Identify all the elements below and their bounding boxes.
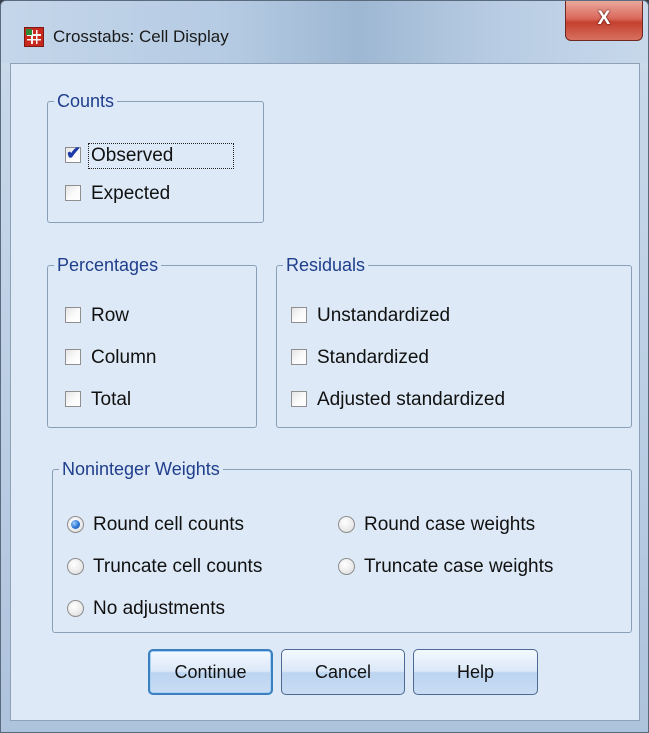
observed-option[interactable]: ✔ Observed bbox=[65, 143, 245, 169]
no-adjustments-option[interactable]: No adjustments bbox=[67, 596, 317, 622]
close-button[interactable]: X bbox=[565, 1, 643, 41]
total-checkbox[interactable] bbox=[65, 391, 81, 407]
standardized-option[interactable]: Standardized bbox=[291, 345, 611, 371]
observed-checkbox[interactable]: ✔ bbox=[65, 143, 81, 163]
expected-option[interactable]: Expected bbox=[65, 181, 245, 207]
total-option[interactable]: Total bbox=[65, 387, 245, 413]
column-option[interactable]: Column bbox=[65, 345, 245, 371]
expected-label: Expected bbox=[91, 183, 171, 204]
spss-table-icon bbox=[24, 27, 44, 47]
no-adjustments-label: No adjustments bbox=[93, 598, 226, 619]
help-button[interactable]: Help bbox=[413, 649, 538, 695]
column-label: Column bbox=[91, 347, 157, 368]
dialog-client: Counts ✔ Observed Expected Percentages R… bbox=[10, 63, 640, 721]
row-label: Row bbox=[91, 305, 130, 326]
round-case-weights-label: Round case weights bbox=[364, 514, 536, 535]
total-label: Total bbox=[91, 389, 132, 410]
residuals-legend: Residuals bbox=[283, 254, 369, 276]
counts-group: Counts ✔ Observed Expected bbox=[47, 90, 264, 223]
round-case-weights-radio[interactable] bbox=[338, 516, 355, 533]
dialog-window: Crosstabs: Cell Display X Counts ✔ Obser… bbox=[0, 0, 649, 733]
row-checkbox[interactable] bbox=[65, 307, 81, 323]
adjusted-standardized-checkbox[interactable] bbox=[291, 391, 307, 407]
truncate-case-weights-radio[interactable] bbox=[338, 558, 355, 575]
noninteger-weights-legend: Noninteger Weights bbox=[59, 458, 223, 480]
truncate-cell-counts-label: Truncate cell counts bbox=[93, 556, 263, 577]
percentages-group: Percentages Row Column Total bbox=[47, 254, 257, 428]
column-checkbox[interactable] bbox=[65, 349, 81, 365]
truncate-cell-counts-option[interactable]: Truncate cell counts bbox=[67, 554, 327, 580]
unstandardized-option[interactable]: Unstandardized bbox=[291, 303, 611, 329]
close-icon: X bbox=[597, 8, 611, 29]
title-bar[interactable]: Crosstabs: Cell Display X bbox=[1, 1, 648, 63]
truncate-case-weights-label: Truncate case weights bbox=[364, 556, 554, 577]
round-cell-counts-option[interactable]: Round cell counts bbox=[67, 512, 317, 538]
round-cell-counts-label: Round cell counts bbox=[93, 514, 245, 535]
round-cell-counts-radio[interactable] bbox=[67, 516, 84, 533]
no-adjustments-radio[interactable] bbox=[67, 600, 84, 617]
percentages-legend: Percentages bbox=[54, 254, 162, 276]
radio-selected-dot bbox=[71, 520, 80, 529]
truncate-case-weights-option[interactable]: Truncate case weights bbox=[338, 554, 623, 580]
standardized-checkbox[interactable] bbox=[291, 349, 307, 365]
round-case-weights-option[interactable]: Round case weights bbox=[338, 512, 618, 538]
continue-button[interactable]: Continue bbox=[148, 649, 273, 695]
unstandardized-checkbox[interactable] bbox=[291, 307, 307, 323]
observed-label: Observed bbox=[91, 145, 174, 166]
expected-checkbox[interactable] bbox=[65, 185, 81, 201]
noninteger-weights-group: Noninteger Weights Round cell counts Rou… bbox=[52, 458, 632, 633]
row-option[interactable]: Row bbox=[65, 303, 245, 329]
residuals-group: Residuals Unstandardized Standardized Ad… bbox=[276, 254, 632, 428]
table-corner bbox=[26, 29, 32, 35]
cancel-button[interactable]: Cancel bbox=[281, 649, 405, 695]
adjusted-standardized-option[interactable]: Adjusted standardized bbox=[291, 387, 611, 413]
unstandardized-label: Unstandardized bbox=[317, 305, 451, 326]
counts-legend: Counts bbox=[54, 90, 118, 112]
window-title: Crosstabs: Cell Display bbox=[53, 27, 229, 46]
truncate-cell-counts-radio[interactable] bbox=[67, 558, 84, 575]
adjusted-standardized-label: Adjusted standardized bbox=[317, 389, 506, 410]
checkmark-icon: ✔ bbox=[66, 143, 82, 163]
standardized-label: Standardized bbox=[317, 347, 429, 368]
